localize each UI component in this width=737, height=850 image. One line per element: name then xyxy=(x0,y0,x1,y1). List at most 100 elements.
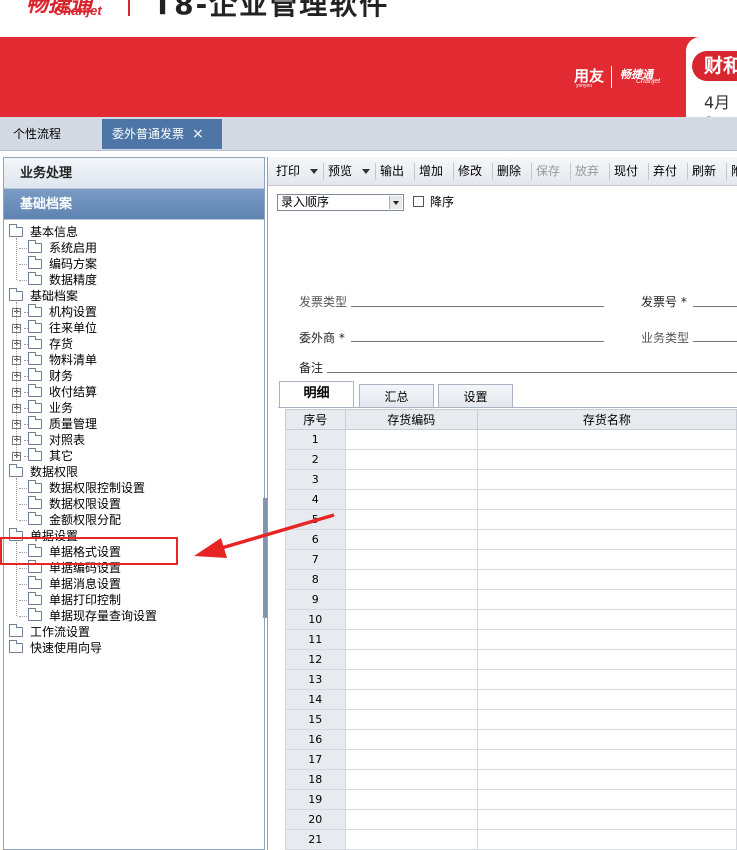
table-row[interactable]: 2 xyxy=(285,449,737,470)
pay-now-button[interactable]: 现付 xyxy=(614,157,638,186)
descending-checkbox[interactable] xyxy=(413,196,424,207)
tree-item-data-permission[interactable]: 数据权限 xyxy=(4,464,264,480)
tree-item-data-permission-control[interactable]: 数据权限控制设置 xyxy=(4,480,264,496)
discard-button[interactable]: 放弃 xyxy=(575,157,599,186)
table-row[interactable]: 1 xyxy=(285,429,737,450)
dropdown-arrow-icon[interactable] xyxy=(362,169,370,174)
table-row[interactable]: 13 xyxy=(285,669,737,690)
inventory-code-cell[interactable] xyxy=(344,789,478,810)
inventory-name-cell[interactable] xyxy=(476,589,737,610)
refresh-button[interactable]: 刷新 xyxy=(692,157,716,186)
tree-item-mapping-table[interactable]: + 对照表 xyxy=(4,432,264,448)
tree-item-quality[interactable]: + 质量管理 xyxy=(4,416,264,432)
inventory-code-cell[interactable] xyxy=(344,709,478,730)
export-button[interactable]: 输出 xyxy=(380,157,404,186)
inventory-name-cell[interactable] xyxy=(476,609,737,630)
inventory-code-cell[interactable] xyxy=(344,529,478,550)
inventory-code-cell[interactable] xyxy=(344,549,478,570)
inventory-code-cell[interactable] xyxy=(344,469,478,490)
invoice-type-field[interactable] xyxy=(351,306,604,307)
inventory-name-cell[interactable] xyxy=(476,549,737,570)
inventory-code-cell[interactable] xyxy=(344,769,478,790)
print-button[interactable]: 打印 xyxy=(276,157,300,186)
inventory-name-cell[interactable] xyxy=(476,469,737,490)
preview-button[interactable]: 预览 xyxy=(328,157,352,186)
tree-item-doc-stock-query[interactable]: 单据现存量查询设置 xyxy=(4,608,264,624)
inventory-code-cell[interactable] xyxy=(344,809,478,830)
inventory-name-cell[interactable] xyxy=(476,629,737,650)
save-button[interactable]: 保存 xyxy=(536,157,560,186)
inventory-name-cell[interactable] xyxy=(476,569,737,590)
table-row[interactable]: 16 xyxy=(285,729,737,750)
accordion-base-archive[interactable]: 基础档案 xyxy=(4,189,264,220)
tree-item-bom[interactable]: + 物料清单 xyxy=(4,352,264,368)
inventory-code-cell[interactable] xyxy=(344,429,478,450)
inventory-name-cell[interactable] xyxy=(476,709,737,730)
table-row[interactable]: 20 xyxy=(285,809,737,830)
inventory-code-cell[interactable] xyxy=(344,669,478,690)
tree-item-base-archive[interactable]: 基础档案 xyxy=(4,288,264,304)
tree-item-data-precision[interactable]: 数据精度 xyxy=(4,272,264,288)
tab-summary[interactable]: 汇总 xyxy=(359,384,434,408)
inventory-code-cell[interactable] xyxy=(344,649,478,670)
tree-item-amount-permission[interactable]: 金额权限分配 xyxy=(4,512,264,528)
inventory-code-cell[interactable] xyxy=(344,689,478,710)
table-row[interactable]: 3 xyxy=(285,469,737,490)
accordion-business[interactable]: 业务处理 xyxy=(4,158,264,189)
inventory-code-cell[interactable] xyxy=(344,749,478,770)
tree-item-business[interactable]: + 业务 xyxy=(4,400,264,416)
tree-item-inventory[interactable]: + 存货 xyxy=(4,336,264,352)
table-row[interactable]: 10 xyxy=(285,609,737,630)
table-row[interactable]: 14 xyxy=(285,689,737,710)
table-row[interactable]: 11 xyxy=(285,629,737,650)
column-header[interactable]: 存货名称 xyxy=(476,409,737,430)
tree-item-contacts[interactable]: + 往来单位 xyxy=(4,320,264,336)
tab-personal-process[interactable]: 个性流程 xyxy=(3,119,99,149)
edit-button[interactable]: 修改 xyxy=(458,157,482,186)
inventory-name-cell[interactable] xyxy=(476,789,737,810)
chevron-down-icon[interactable] xyxy=(389,196,402,209)
table-row[interactable]: 5 xyxy=(285,509,737,530)
inventory-code-cell[interactable] xyxy=(344,829,478,850)
attach-button[interactable]: 附 xyxy=(731,157,737,186)
tree-item-other[interactable]: + 其它 xyxy=(4,448,264,464)
inventory-code-cell[interactable] xyxy=(344,489,478,510)
table-row[interactable]: 6 xyxy=(285,529,737,550)
table-row[interactable]: 7 xyxy=(285,549,737,570)
inventory-name-cell[interactable] xyxy=(476,809,737,830)
inventory-code-cell[interactable] xyxy=(344,509,478,530)
tree-item-system-enable[interactable]: 系统启用 xyxy=(4,240,264,256)
table-row[interactable]: 4 xyxy=(285,489,737,510)
inventory-name-cell[interactable] xyxy=(476,829,737,850)
table-row[interactable]: 18 xyxy=(285,769,737,790)
inventory-name-cell[interactable] xyxy=(476,529,737,550)
inventory-name-cell[interactable] xyxy=(476,509,737,530)
tab-detail[interactable]: 明细 xyxy=(279,381,354,408)
tree-item-doc-message-settings[interactable]: 单据消息设置 xyxy=(4,576,264,592)
business-type-field[interactable] xyxy=(693,341,737,342)
inventory-name-cell[interactable] xyxy=(476,729,737,750)
inventory-name-cell[interactable] xyxy=(476,749,737,770)
table-row[interactable]: 21 xyxy=(285,829,737,850)
sort-order-select[interactable]: 录入顺序 xyxy=(277,194,404,211)
vendor-field[interactable] xyxy=(351,341,604,342)
table-row[interactable]: 15 xyxy=(285,709,737,730)
inventory-code-cell[interactable] xyxy=(344,729,478,750)
tab-settings[interactable]: 设置 xyxy=(438,384,513,408)
inventory-name-cell[interactable] xyxy=(476,669,737,690)
tree-item-quick-guide[interactable]: 快速使用向导 xyxy=(4,640,264,656)
close-icon[interactable]: × xyxy=(192,119,204,149)
delete-button[interactable]: 删除 xyxy=(497,157,521,186)
inventory-code-cell[interactable] xyxy=(344,589,478,610)
inventory-code-cell[interactable] xyxy=(344,449,478,470)
inventory-name-cell[interactable] xyxy=(476,489,737,510)
table-row[interactable]: 9 xyxy=(285,589,737,610)
tree-item-doc-print-control[interactable]: 单据打印控制 xyxy=(4,592,264,608)
inventory-name-cell[interactable] xyxy=(476,649,737,670)
table-row[interactable]: 12 xyxy=(285,649,737,670)
remark-field[interactable] xyxy=(327,372,737,373)
tree-item-finance[interactable]: + 财务 xyxy=(4,368,264,384)
dropdown-arrow-icon[interactable] xyxy=(310,169,318,174)
table-row[interactable]: 8 xyxy=(285,569,737,590)
inventory-name-cell[interactable] xyxy=(476,449,737,470)
